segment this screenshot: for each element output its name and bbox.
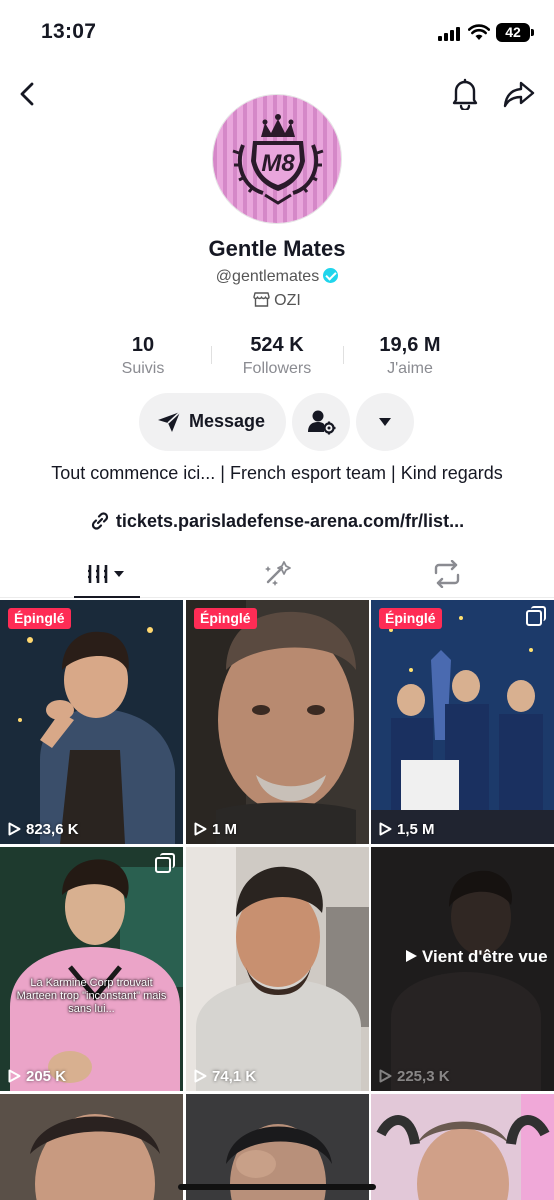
video-thumbnail xyxy=(0,847,183,1091)
pinned-badge: Épinglé xyxy=(8,608,71,629)
play-icon xyxy=(8,1069,21,1083)
status-bar: 13:07 42 xyxy=(0,0,554,64)
stat-likes[interactable]: 19,6 M J'aime xyxy=(355,334,465,378)
view-count-value: 225,3 K xyxy=(397,1068,450,1085)
video-tile[interactable]: Épinglé 823,6 K xyxy=(0,600,183,844)
view-count: 1,5 M xyxy=(379,821,435,838)
handle-row: @gentlemates xyxy=(0,268,554,286)
link-icon xyxy=(91,512,109,530)
user-settings-icon xyxy=(308,410,336,435)
pinned-badge: Épinglé xyxy=(194,608,257,629)
video-tile[interactable]: 74,1 K xyxy=(186,847,369,1091)
play-icon xyxy=(379,822,392,836)
stat-label: J'aime xyxy=(387,360,433,377)
battery-icon: 42 xyxy=(496,23,534,42)
stats-row: 10 Suivis 524 K Followers 19,6 M J'aime xyxy=(0,334,554,384)
sparkle-heart-icon xyxy=(265,561,291,586)
play-icon xyxy=(8,822,21,836)
video-tile[interactable]: Épinglé 1 M xyxy=(186,600,369,844)
share-icon[interactable] xyxy=(502,78,536,110)
profile-name: Gentle Mates xyxy=(208,236,346,261)
play-icon xyxy=(379,1069,392,1083)
videos-grid-icon xyxy=(88,565,124,583)
tab-reposts[interactable] xyxy=(428,552,468,598)
avatar[interactable]: M8 xyxy=(212,94,342,224)
repost-icon xyxy=(434,560,460,588)
svg-text:M8: M8 xyxy=(261,150,295,177)
view-count: 74,1 K xyxy=(194,1068,256,1085)
recently-viewed-overlay: Vient d'être vue xyxy=(405,947,548,967)
view-count: 205 K xyxy=(8,1068,66,1085)
multi-photo-icon xyxy=(155,853,175,873)
stat-value: 10 xyxy=(131,334,155,356)
wifi-icon xyxy=(468,24,490,40)
stat-following[interactable]: 10 Suivis xyxy=(93,334,193,378)
stat-label: Followers xyxy=(242,360,312,377)
view-count: 823,6 K xyxy=(8,821,79,838)
video-tile[interactable] xyxy=(0,1094,183,1200)
play-icon xyxy=(194,822,207,836)
video-thumbnail xyxy=(186,600,369,844)
stat-label: Suivis xyxy=(121,360,165,377)
view-count-value: 1 M xyxy=(212,821,238,838)
video-thumbnail xyxy=(0,1094,183,1200)
video-thumbnail xyxy=(371,847,554,1091)
play-icon xyxy=(406,950,417,962)
stat-followers[interactable]: 524 K Followers xyxy=(222,334,332,378)
profile-link-text: tickets.parisladefense-arena.com/fr/list… xyxy=(115,511,465,531)
profile-bio: Tout commence ici... | French esport tea… xyxy=(51,463,503,483)
video-tile[interactable]: La Karmine Corp trouvait Marteen trop "i… xyxy=(0,847,183,1091)
home-indicator xyxy=(178,1184,376,1190)
send-icon xyxy=(158,411,181,432)
tab-videos[interactable] xyxy=(74,552,140,598)
caret-down-icon xyxy=(379,418,391,426)
video-thumbnail xyxy=(371,600,554,844)
pinned-badge: Épinglé xyxy=(379,608,442,629)
suggested-accounts-button[interactable] xyxy=(292,393,350,451)
view-count-value: 1,5 M xyxy=(397,821,435,838)
multi-photo-icon xyxy=(526,606,546,626)
video-thumbnail xyxy=(371,1094,554,1200)
shop-icon xyxy=(253,292,270,307)
stat-divider xyxy=(343,346,344,364)
video-thumbnail xyxy=(0,600,183,844)
team-logo: M8 xyxy=(213,95,341,223)
view-count: 225,3 K xyxy=(379,1068,450,1085)
more-options-button[interactable] xyxy=(356,393,414,451)
view-count-value: 823,6 K xyxy=(26,821,79,838)
video-tile[interactable] xyxy=(371,1094,554,1200)
view-count-value: 74,1 K xyxy=(212,1068,257,1085)
shop-link[interactable]: OZI xyxy=(0,292,554,310)
verified-icon xyxy=(323,268,339,283)
bell-icon[interactable] xyxy=(450,78,480,110)
play-icon xyxy=(194,1069,207,1083)
stat-value: 19,6 M xyxy=(379,334,441,356)
status-time: 13:07 xyxy=(41,20,97,43)
back-icon[interactable] xyxy=(14,80,42,108)
shop-label: OZI xyxy=(274,292,301,309)
view-count: 1 M xyxy=(194,821,237,838)
message-button[interactable]: Message xyxy=(139,393,286,451)
video-caption: La Karmine Corp trouvait Marteen trop "i… xyxy=(16,977,167,1015)
profile-tabs xyxy=(0,552,554,598)
recently-viewed-label: Vient d'être vue xyxy=(422,947,548,966)
tab-liked[interactable] xyxy=(258,552,298,598)
stat-value: 524 K xyxy=(250,334,304,356)
signal-icon xyxy=(438,27,460,41)
message-label: Message xyxy=(189,411,266,431)
video-tile[interactable]: Épinglé 1,5 M xyxy=(371,600,554,844)
profile-link[interactable]: tickets.parisladefense-arena.com/fr/list… xyxy=(0,511,554,532)
video-thumbnail xyxy=(186,847,369,1091)
stat-divider xyxy=(211,346,212,364)
view-count-value: 205 K xyxy=(26,1068,67,1085)
profile-handle: @gentlemates xyxy=(215,268,320,285)
video-tile[interactable]: Vient d'être vue 225,3 K xyxy=(371,847,554,1091)
